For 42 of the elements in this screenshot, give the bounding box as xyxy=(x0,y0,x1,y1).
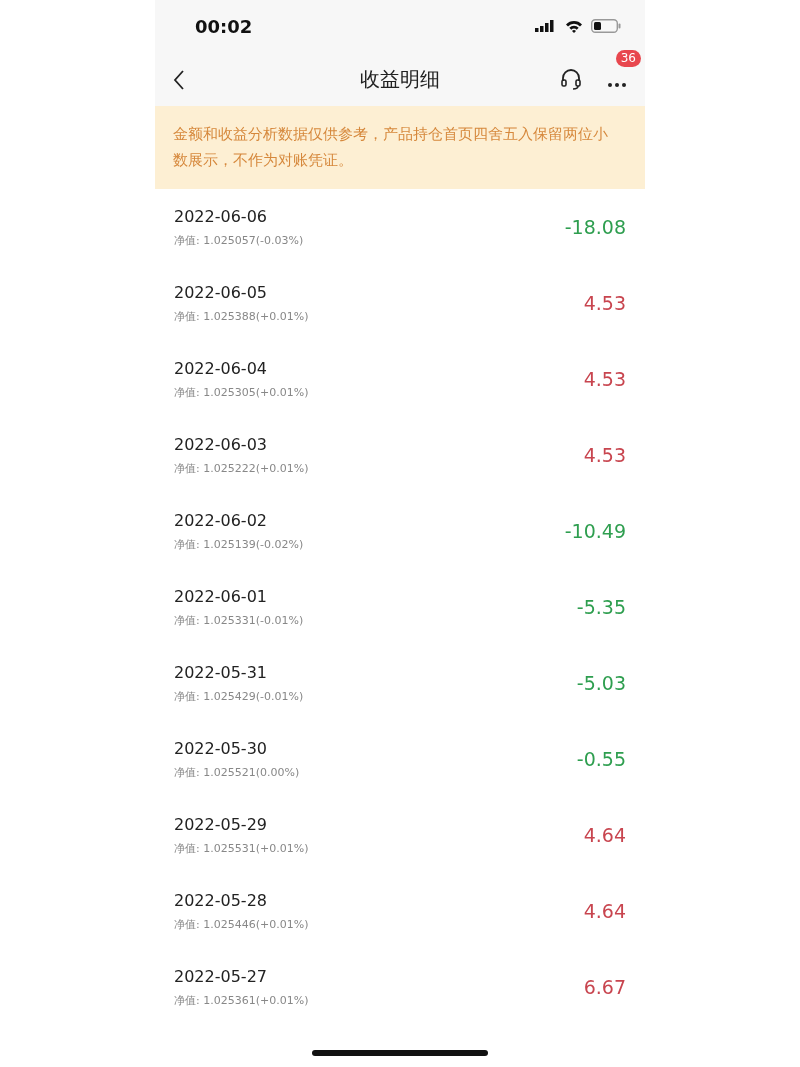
amount-text: 4.53 xyxy=(583,290,626,316)
net-value-text: 净值: 1.025446(+0.01%) xyxy=(174,916,309,933)
net-value-text: 净值: 1.025361(+0.01%) xyxy=(174,992,309,1009)
page-title: 收益明细 xyxy=(360,66,440,93)
amount-text: 4.64 xyxy=(583,898,626,924)
amount-text: 4.64 xyxy=(583,822,626,848)
net-value-text: 净值: 1.025429(-0.01%) xyxy=(174,688,304,705)
amount-text: -0.55 xyxy=(576,746,626,772)
date-text: 2022-06-03 xyxy=(174,433,268,456)
signal-icon xyxy=(535,20,557,32)
net-value-text: 净值: 1.025521(0.00%) xyxy=(174,764,300,781)
amount-text: -18.08 xyxy=(564,214,626,240)
date-text: 2022-05-31 xyxy=(174,661,268,684)
amount-text: 4.53 xyxy=(583,366,626,392)
date-text: 2022-06-04 xyxy=(174,357,268,380)
date-text: 2022-06-05 xyxy=(174,281,268,304)
amount-text: -5.03 xyxy=(576,670,626,696)
date-text: 2022-06-02 xyxy=(174,509,268,532)
net-value-text: 净值: 1.025331(-0.01%) xyxy=(174,612,304,629)
back-icon[interactable] xyxy=(173,69,185,90)
date-text: 2022-05-29 xyxy=(174,813,268,836)
date-text: 2022-05-28 xyxy=(174,889,268,912)
headset-icon[interactable] xyxy=(559,66,583,92)
amount-text: 4.53 xyxy=(583,442,626,468)
date-text: 2022-06-01 xyxy=(174,585,268,608)
date-text: 2022-05-27 xyxy=(174,965,268,988)
amount-text: -10.49 xyxy=(564,518,626,544)
battery-icon xyxy=(591,19,621,33)
date-text: 2022-05-30 xyxy=(174,737,268,760)
net-value-text: 净值: 1.025222(+0.01%) xyxy=(174,460,309,477)
net-value-text: 净值: 1.025305(+0.01%) xyxy=(174,384,309,401)
notice-text: 金额和收益分析数据仅供参考，产品持仓首页四舍五入保留两位小数展示，不作为对账凭证。 xyxy=(155,106,645,189)
status-time: 00:02 xyxy=(195,14,253,39)
amount-text: 6.67 xyxy=(583,974,626,1000)
net-value-text: 净值: 1.025139(-0.02%) xyxy=(174,536,304,553)
net-value-text: 净值: 1.025057(-0.03%) xyxy=(174,232,304,249)
wifi-icon xyxy=(565,19,583,33)
net-value-text: 净值: 1.025531(+0.01%) xyxy=(174,840,309,857)
date-text: 2022-06-06 xyxy=(174,205,268,228)
net-value-text: 净值: 1.025388(+0.01%) xyxy=(174,308,309,325)
notification-count: 36 xyxy=(615,50,641,67)
amount-text: -5.35 xyxy=(576,594,626,620)
